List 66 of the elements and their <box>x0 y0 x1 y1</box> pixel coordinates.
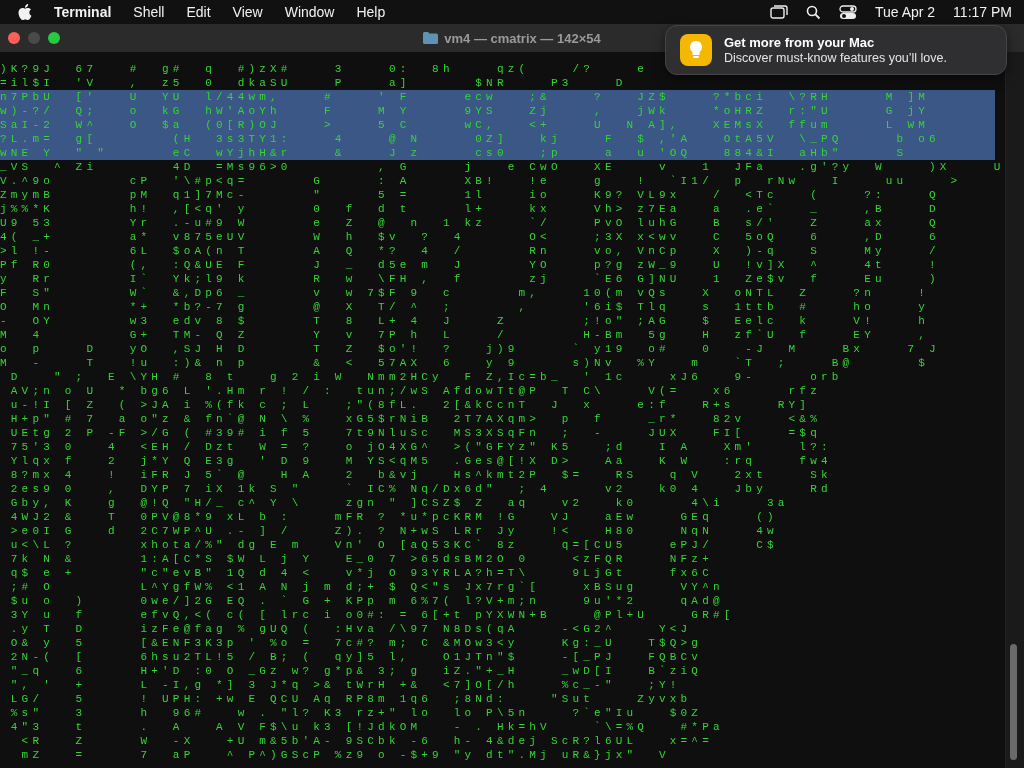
terminal-line: 7 k N & 1 : A [ C * S $ W L j Y E _ 0 7 > 6 5 d s B M 2 O 0 < z F Q R N F z + <box>9 552 710 566</box>
terminal-line: U E t g 2 P - F > / G ( # 3 9 # i f 5 7 t 9 N l u S c M S 3 X S q F n ; - J U X F I [ = $ q <box>9 426 817 440</box>
terminal-line: Y l q x f 2 j * Y Q E 3 g ' D 9 M Y S < q M 5 . G e s @ [ ! X D > A a K W : r q f w 4 <box>9 454 828 468</box>
apple-icon[interactable] <box>18 4 32 20</box>
terminal-line: y R r I ` Y k ; l 9 k R w \ F H , f z j ` E 6 G ] N U 1 Z e $ v f E u ) <box>0 272 936 286</box>
terminal-line: 4 " 3 t . A A V F $ \ u k 3 [ ! J d k O M - . H k = h V ` \ = % Q # * P a <box>9 720 720 734</box>
terminal-line: - O Y w 3 e d v 8 $ T 8 L + 4 J Z ; ! o " ; A G $ E e l c k V ! h <box>0 314 925 328</box>
terminal-line: = i l $ I ' V , z 5 0 d k a S U P a ] $ N R P 3 D <box>0 76 623 90</box>
menu-item[interactable]: View <box>232 4 263 20</box>
terminal-line: 4 W J 2 & T 0 P V @ 8 * 9 x L b : m F R ? * u * p c K R M ! G V J a E w G E q ( ) <box>9 510 774 524</box>
terminal-line: ) K ? 9 J 6 7 # g # q # ) z X # 3 0 : 8 h q z ( / ? e <box>0 62 644 76</box>
terminal-line: j % % * K h ! , [ < q ' y 0 f d t l + k x V h > z 7 E a a . e ` _ , B D <box>0 202 936 216</box>
search-icon[interactable] <box>805 4 821 20</box>
scroll-thumb[interactable] <box>1010 644 1017 760</box>
terminal-line: < R Z W - X + U m & 5 b ' A - 9 S C b k - 6 h - 4 & d e j S c R ? l 6 U L x = ^ = <box>20 734 710 748</box>
window-title: vm4 — cmatrix — 142×54 <box>444 30 601 46</box>
terminal-line: _ V S ^ Z i 4 D = M s 9 6 > 0 , G j e C w O X E v 1 J F a . g ' ? y W ) X U <box>0 160 1001 174</box>
terminal-line: O & y 5 [ & E N F 3 K 3 p ' % o = 7 c # ? m ; C & M O w 3 < y K g : _ U T $ Q > g <box>9 636 698 650</box>
terminal-line: m Z = 7 a P ^ P ^ ) G S c P % z 9 o - $ + 9 " y d t " . M j u R & } j x " V <box>20 748 666 762</box>
zoom-button[interactable] <box>48 32 60 44</box>
terminal-line: P f R 0 ( , : Q & U E F J _ d 5 e m J Y O p ? g z W _ 9 U ! v ] X ^ 4 t ! <box>0 258 936 272</box>
terminal-line: D " ; E \ Y H # 8 t g 2 i W N m m 2 H C y F Z , I c = b _ ' 1 c x J 6 9 - o r b <box>9 370 839 384</box>
terminal-line: V . ^ 9 o c P ' \ # p < q = G : A X B ! ! e g ! ` I 1 / p r N w I u u > <box>0 174 958 188</box>
windows-icon[interactable] <box>769 5 788 19</box>
terminal-line: O M n * + * b ? - 7 g @ X T / ^ ; , ' 6 i $ T l q s 1 t t b # h o y <box>0 300 926 314</box>
terminal-line: ; # O L ^ Y g f W % < 1 A N j m d ; + $ Q < " s J x 7 r g ` [ x B S u g V Y ^ n <box>9 580 720 594</box>
terminal-line: L G / 5 ! U P H : + w E Q C U A q R P 8 m 1 q 6 ; 8 N d : " S u t Z y v x b <box>9 692 688 706</box>
terminal-line: u < \ L ? x h o t a / % " d g E m V n ' O [ a Q 5 3 K C ` 8 z q = [ C U 5 e P J / C $ <box>9 538 774 552</box>
toggles-icon[interactable] <box>838 4 857 20</box>
terminal-line: Z m y m B p M q 1 ] 7 M c - " 5 = 1 l i o K 9 ? V L 9 x / < T c ( ? : Q <box>0 188 936 202</box>
menu-item[interactable]: Edit <box>186 4 211 20</box>
terminal-line: G b y , K g @ ! Q " H / _ c ^ Y \ z g n " ] C S Z $ Z a q v 2 k 0 4 \ i 3 a <box>9 496 785 510</box>
notification-text: Discover must-know features you’ll love. <box>724 51 947 65</box>
terminal-line: 4 ( _ + a * v 8 7 5 e U V W h $ v ? 4 O < ; 3 X x < w v C 5 o Q 6 , D 6 <box>0 230 936 244</box>
terminal-line: u - ! I [ Z ( > J A i % ( f k c ; L ; " ( 8 f L . 2 [ & k C c n T J x e : f R + s R Y ] <box>9 398 806 412</box>
menu-bar-clock[interactable]: 11:17 PM <box>953 4 1012 20</box>
close-button[interactable] <box>8 32 20 44</box>
terminal-line: % s " 3 h 9 6 # w . " l ? K 3 r z + " l o l o P \ 5 n ? ` e " I u $ 0 Z <box>9 706 699 720</box>
terminal-line: M 4 G + T M - Q Z Y v 7 P h L / H - B m 5 g H z f ` U f E Y , <box>0 328 925 342</box>
terminal-line: $ u o ) 0 w e / ] 2 G E Q . ` G + K P p m 6 % 7 ( l ? V + m ; n 9 u ' * 2 q A d @ <box>9 594 720 608</box>
terminal-line: q $ e + " c " e v B " 1 Q d 4 < v * j O 9 3 Y R L A ? h = T \ 9 L j G t f x 6 C <box>9 566 709 580</box>
terminal-line: 8 ? m x 4 ! i F R J 5 ` @ H A 2 b & v j H s ^ k m t 2 P $ = R S q V 2 x t S k <box>9 468 828 482</box>
terminal-line: 7 5 ' 3 0 4 < E H / D z t W = ? o j O 4 X G ^ > ( " G F Y z " K 5 ; d I A X m ' l ? : <box>9 440 828 454</box>
terminal-line: M - T ! u : ) & n p & < 5 7 A X 6 y 9 s ) N v % Y m ` T ; B @ $ <box>0 356 926 370</box>
terminal-line: o p D y O , S J H D T Z $ o ' ! ? j ) 9 ` y 1 9 o # 0 - J M B x 7 J <box>0 342 936 356</box>
terminal-line: > l ! - 6 L $ o A ( n T A Q * ? 4 / R n v o , V n C p X ) - q S M y / <box>0 244 936 258</box>
terminal-line: " , ' + L - I , g * ] 3 J * q > & t W r H + & < 7 ] O [ / h % c _ - " ; Y ! <box>9 678 677 692</box>
terminal-line: 2 N - ( [ 6 h s u 2 T L ! 5 / B ; ( q y ] 5 l , O 1 J T n " $ - [ _ P J F Q B C v <box>9 650 699 664</box>
terminal-line: U 9 5 3 Y r . - u # 9 W e Z @ n 1 k z ` / P v O l u h G B s / ' Z a x Q <box>0 216 936 230</box>
terminal-line: 3 Y u f e f v Q , < ( c ( [ l r c i o 0 # : = 6 [ + t p Y X W N + B @ P l + U G R # [ <box>9 608 731 622</box>
terminal-line: " _ q 6 H + ' D : 0 O _ G z w ? g * p & 3 ; g i Z . " + _ H _ w D [ I B ` z i Q <box>9 664 699 678</box>
menu-bar-date[interactable]: Tue Apr 2 <box>874 4 936 20</box>
lightbulb-icon <box>680 34 712 66</box>
terminal-line: > e 0 I G d 2 C 7 W P ^ U . - ] / Z ) . ? N + w S L R r J y ! < H 8 0 N q N 4 w <box>9 524 774 538</box>
terminal-line: H + p " # 7 a o " z & f n ` @ N \ % x G 5 $ r N i B 2 T 7 A X q m > p f _ r * 8 2 v < & % <box>9 412 818 426</box>
terminal-line: 2 e s 9 0 , D Y P 7 i X 1 k S " ` I C % N q / D x 6 d " ; 4 v 2 k 0 4 J b y R d <box>9 482 828 496</box>
notification-title: Get more from your Mac <box>724 35 876 50</box>
menu-item[interactable]: Window <box>284 4 335 20</box>
menu-item[interactable]: Help <box>356 4 386 20</box>
terminal-line: A V ; n o U * b g 6 L ' . H m r ! / : t u n ; / w S A f d o w T t @ P T C \ V ( = x 6 r f z <box>9 384 817 398</box>
terminal-line: F S " W ` & , D p 6 _ v w 7 $ F 9 c m , 1 0 ( m v Q s X o N T L Z ? n ! <box>0 286 925 300</box>
menu-item[interactable]: Shell <box>133 4 165 20</box>
folder-icon <box>423 32 439 44</box>
app-menu[interactable]: Terminal <box>54 4 112 20</box>
notification-banner[interactable]: Get more from your Mac Discover must-know features you’ll love. <box>665 25 1007 75</box>
terminal-line: . y T D i z F e @ f a g % g U Q ( : H v a / \ 9 7 N 8 D s ( q A - < G 2 ^ Y < J <box>9 622 687 636</box>
